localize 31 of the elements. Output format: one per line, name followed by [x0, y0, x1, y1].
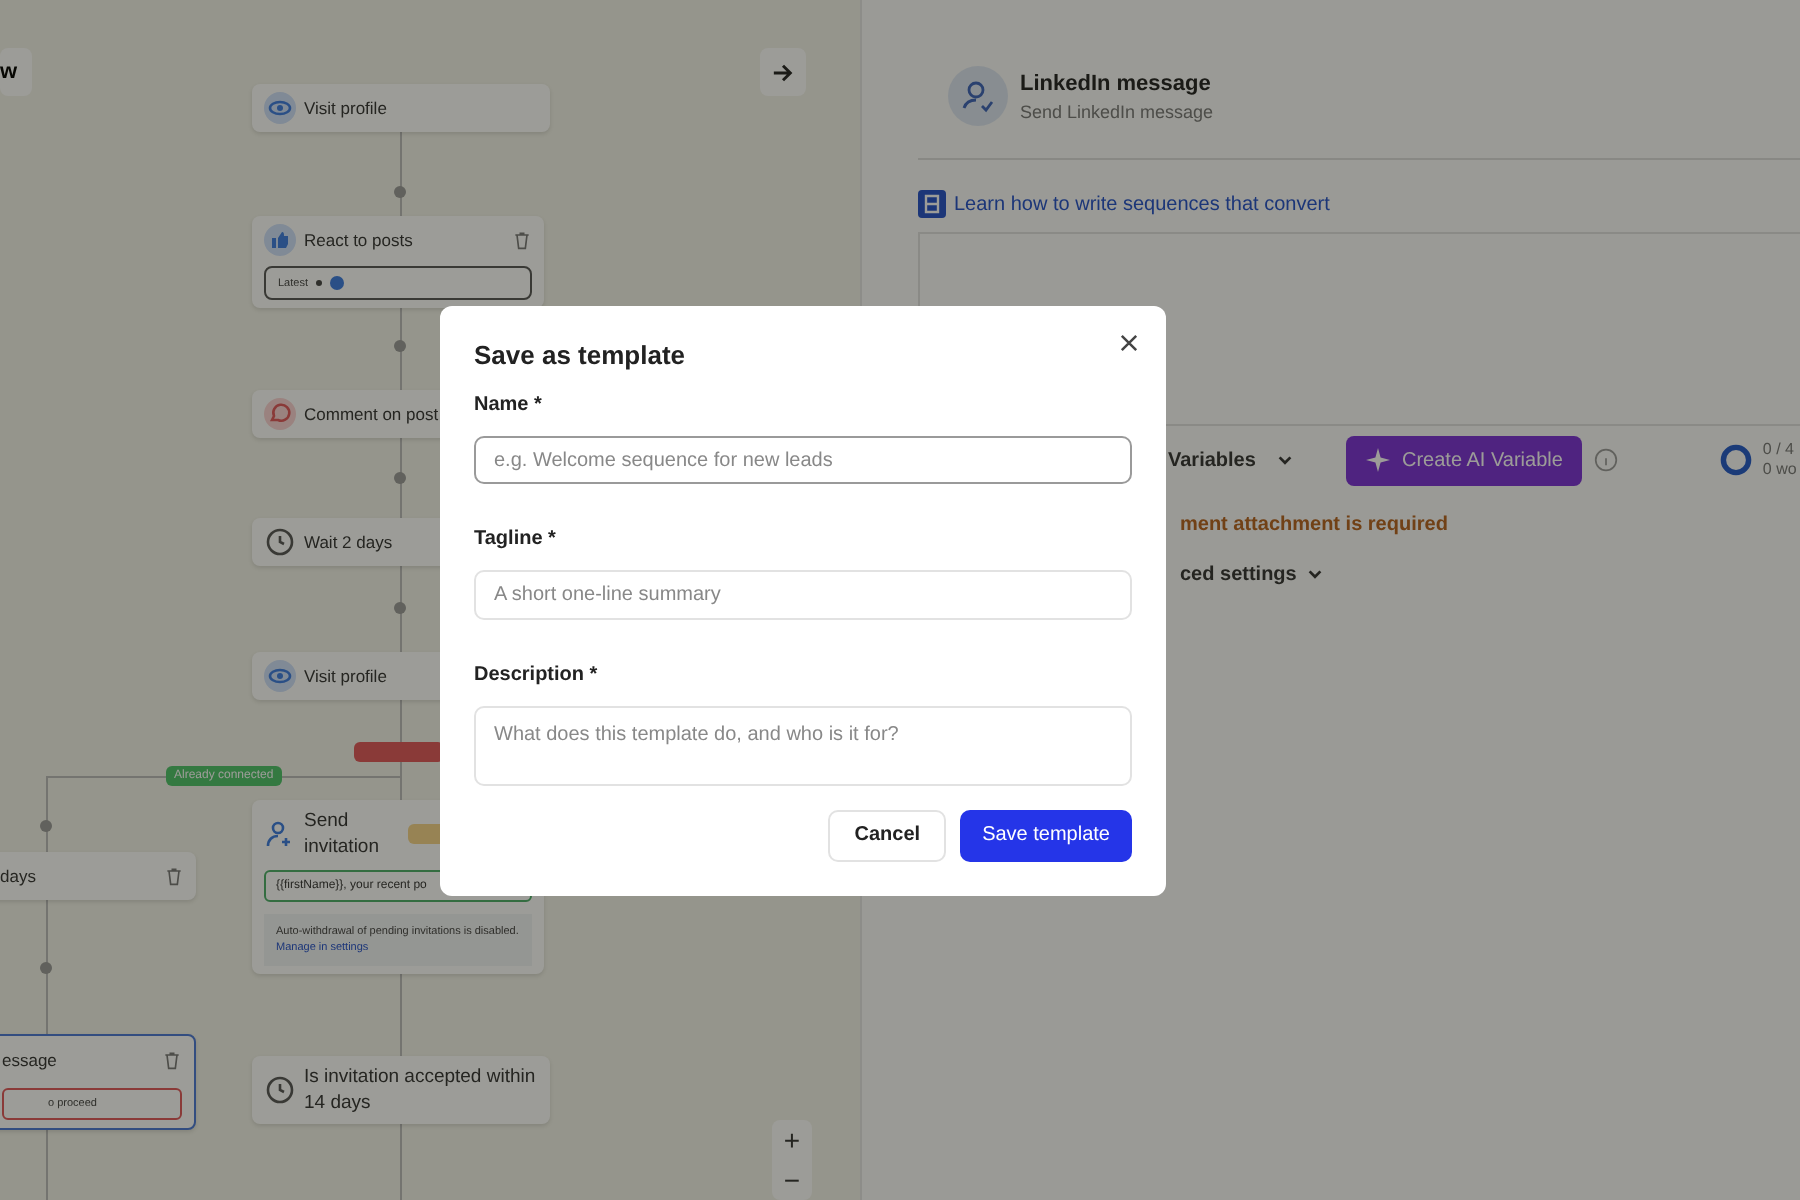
zoom-button[interactable]: − — [772, 1160, 812, 1200]
zoom-button[interactable]: + — [772, 1120, 812, 1160]
cancel-button[interactable]: Cancel — [828, 809, 947, 862]
step-title: essage — [2, 1050, 57, 1070]
step-card[interactable]: days — [0, 852, 196, 900]
variables-dropdown[interactable]: Variables — [1168, 449, 1332, 471]
dialog-title: Save as template — [474, 340, 688, 370]
description-field[interactable]: What does this template do, and who is it for? — [474, 705, 1132, 786]
step-title: Visit profile — [304, 98, 387, 118]
advanced-settings-toggle[interactable]: ced settings — [1180, 564, 1325, 586]
step-title: Is invitation accepted within 14 days — [304, 1064, 538, 1116]
help-link[interactable]: Learn how to write sequences that convert — [954, 193, 1330, 215]
input-field[interactable]: e.g. Welcome sequence for new leads — [474, 436, 1132, 485]
back-button[interactable]: w — [0, 48, 32, 96]
panel-subtitle: Send LinkedIn message — [1020, 101, 1214, 121]
step-title: React to posts — [304, 230, 413, 250]
step-title: Wait 2 days — [304, 532, 393, 552]
step-title: Comment on post — [304, 404, 439, 424]
panel-title: LinkedIn message — [1020, 71, 1213, 95]
step-title: Send invitation — [304, 808, 381, 860]
field-label: Tagline * — [474, 528, 558, 551]
step-card[interactable]: Visit profile — [252, 84, 550, 132]
character-count: 0 / 4 — [1762, 440, 1796, 460]
save-template-button[interactable]: Save template — [960, 809, 1132, 862]
step-title: days — [0, 866, 36, 886]
field-label: Name * — [474, 394, 544, 416]
create-ai-variable-button[interactable]: Create AI Variable — [1346, 435, 1583, 485]
step-title: Visit profile — [304, 666, 387, 686]
step-card[interactable]: Is invitation accepted within 14 days — [252, 1056, 550, 1124]
word-count: 0 wo — [1762, 460, 1797, 480]
error-message: ment attachment is required — [1180, 514, 1450, 536]
